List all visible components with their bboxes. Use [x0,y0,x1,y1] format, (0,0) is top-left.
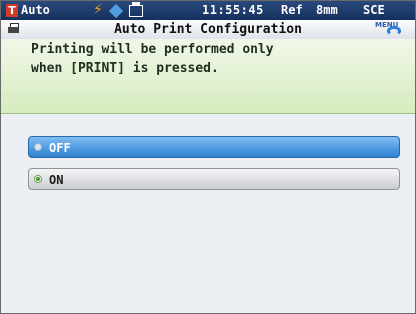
menu-back-button[interactable]: MENU [373,21,403,38]
radio-on-icon [34,175,42,183]
message-line-1: Printing will be performed only [31,42,274,57]
specular-mode-label: SCE [363,3,385,17]
option-on[interactable]: ON [28,168,400,190]
message-line-2: when [PRINT] is pressed. [31,61,219,76]
power-icon: ⚡ [93,2,103,18]
measurement-mode-label: Auto [21,3,50,17]
page-title: Auto Print Configuration [114,22,302,37]
radio-off-icon [34,143,42,151]
option-on-label: ON [49,173,64,187]
measurement-mode-icon: T [6,4,18,17]
usb-icon [108,3,124,19]
printer-status-icon [129,2,143,17]
status-bar: T Auto ⚡ 11:55:45 Ref 8mm SCE [1,1,415,20]
clock-time: 11:55:45 [202,3,264,17]
option-off-label: OFF [49,141,71,155]
info-message: Printing will be performed only when [PR… [1,39,415,114]
option-list: OFF ON [1,114,415,313]
option-off[interactable]: OFF [28,136,400,158]
title-bar: Auto Print Configuration MENU [1,20,415,40]
device-screen: T Auto ⚡ 11:55:45 Ref 8mm SCE Auto Print… [0,0,416,314]
measurement-area-label: 8mm [316,3,338,17]
reference-label: Ref [281,3,303,17]
return-arrow-icon [387,26,401,36]
